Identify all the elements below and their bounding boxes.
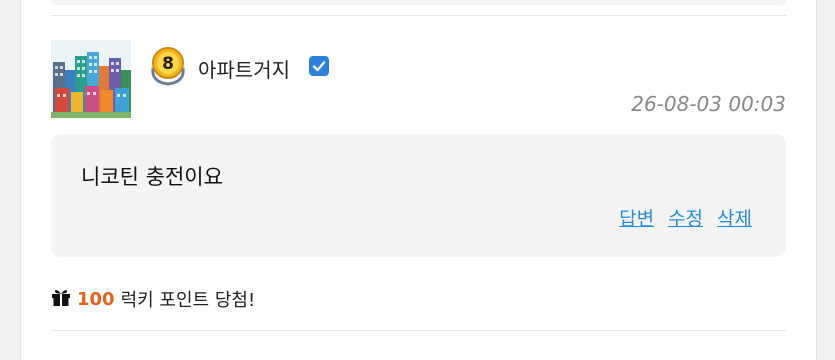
edit-link[interactable]: 수정	[668, 204, 703, 231]
lucky-point-notice: 100 럭키 포인트 당첨!	[51, 286, 255, 312]
lucky-points-value: 100	[77, 288, 115, 310]
comment-text: 니코틴 충전이요	[81, 165, 223, 189]
level-number: 8	[162, 54, 174, 74]
level-badge-icon: 8	[149, 46, 187, 86]
lucky-points-label: 럭키 포인트 당첨!	[120, 290, 256, 311]
delete-link[interactable]: 삭제	[717, 204, 752, 231]
gift-icon	[51, 288, 71, 311]
avatar[interactable]	[51, 40, 131, 118]
comment-timestamp: 26-08-03 00:03	[631, 92, 786, 116]
divider-bottom	[51, 330, 786, 331]
previous-comment-box	[51, 0, 786, 5]
comment-body-box: 니코틴 충전이요 답변 수정 삭제	[51, 134, 786, 257]
verified-check-icon	[309, 56, 329, 76]
author-name[interactable]: 아파트거지	[198, 54, 290, 83]
comment-actions: 답변 수정 삭제	[619, 204, 752, 231]
divider-top	[51, 15, 786, 16]
avatar-city-image	[51, 40, 131, 118]
reply-link[interactable]: 답변	[619, 204, 654, 231]
comment-panel: 8 아파트거지 26-08-03 00:03 니코틴 충전이요 답변 수정 삭제…	[20, 0, 817, 360]
